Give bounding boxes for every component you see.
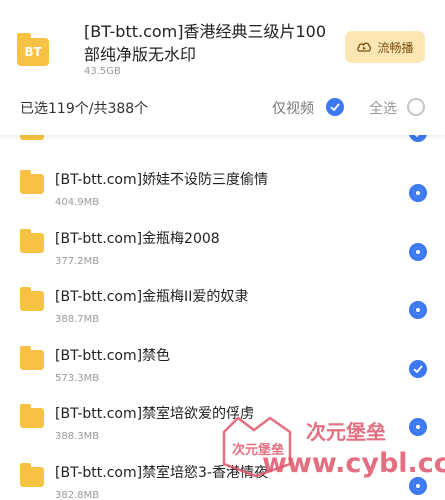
folder-label: BT <box>24 45 42 59</box>
file-size: 573.3MB <box>55 373 100 384</box>
folder-icon <box>20 463 44 487</box>
smooth-play-button[interactable]: 流畅播 <box>345 31 425 63</box>
file-select-radio[interactable] <box>409 184 427 202</box>
selection-count: 已选119个/共388个 <box>20 101 149 117</box>
folder-icon <box>20 287 44 311</box>
select-all-label[interactable]: 全选 <box>369 98 397 118</box>
file-size: 377.2MB <box>55 256 100 267</box>
file-select-radio[interactable] <box>409 360 427 378</box>
watermark-url: www.cybl.cc <box>262 448 445 479</box>
file-row[interactable]: [BT-btt.com]娇娃不设防三度偷情 404.9MB <box>0 170 445 228</box>
cloud-play-icon <box>357 42 372 52</box>
folder-icon <box>20 404 44 428</box>
select-all-radio[interactable] <box>407 98 425 116</box>
file-select-radio[interactable] <box>409 477 427 495</box>
check-icon <box>330 103 340 112</box>
file-size: 388.3MB <box>55 431 100 442</box>
file-name: [BT-btt.com]金瓶梅2008 <box>55 231 220 247</box>
folder-icon <box>20 346 44 370</box>
file-name: [BT-btt.com]金瓶梅II爱的奴隶 <box>55 289 249 305</box>
file-row[interactable]: [BT-btt.com]禁色 573.3MB <box>0 346 445 404</box>
file-row[interactable]: [BT-btt.com]金瓶梅2008 377.2MB <box>0 229 445 287</box>
torrent-size: 43.5GB <box>84 66 121 77</box>
watermark-brand: 次元堡垒 <box>306 420 386 444</box>
folder-icon: BT <box>17 33 49 66</box>
file-select-radio[interactable] <box>409 301 427 319</box>
smooth-play-label: 流畅播 <box>377 40 414 55</box>
file-size: 404.9MB <box>55 197 100 208</box>
video-only-label[interactable]: 仅视频 <box>272 98 314 118</box>
torrent-title: [BT-btt.com]香港经典三级片100部纯净版无水印 <box>84 22 327 64</box>
file-select-radio[interactable] <box>409 243 427 261</box>
torrent-header: BT [BT-btt.com]香港经典三级片100部纯净版无水印 43.5GB … <box>0 0 445 135</box>
check-icon <box>413 365 423 374</box>
folder-icon <box>20 170 44 194</box>
file-select-radio[interactable] <box>409 418 427 436</box>
folder-icon <box>20 229 44 253</box>
file-row[interactable]: [BT-btt.com]金瓶梅II爱的奴隶 388.7MB <box>0 287 445 345</box>
file-name: [BT-btt.com]禁色 <box>55 348 171 364</box>
video-only-checkbox[interactable] <box>326 98 344 116</box>
file-name: [BT-btt.com]娇娃不设防三度偷情 <box>55 172 269 188</box>
file-size: 388.7MB <box>55 314 100 325</box>
file-size: 382.8MB <box>55 490 100 500</box>
